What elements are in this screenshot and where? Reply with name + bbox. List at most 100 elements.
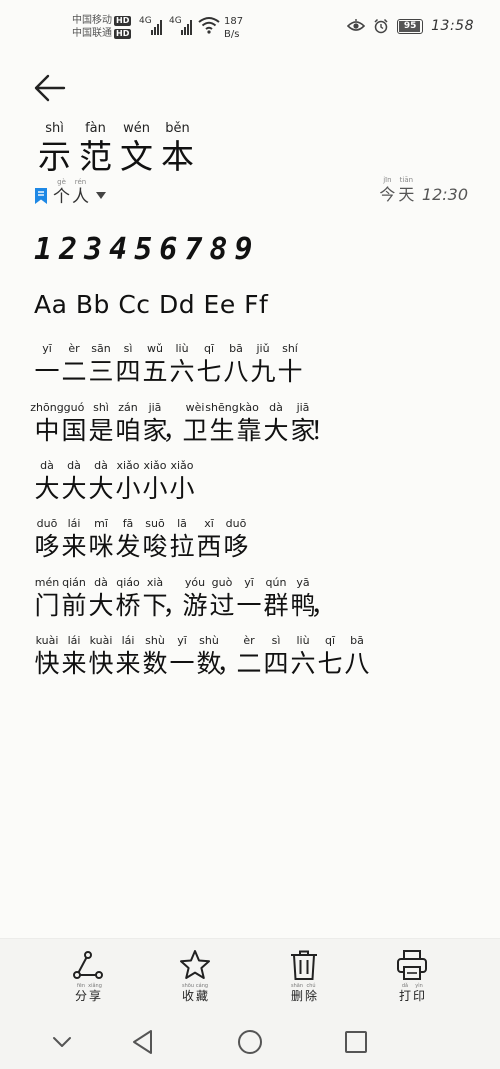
ruby-char: qún 群 <box>263 575 289 622</box>
back-arrow-icon[interactable] <box>30 70 70 106</box>
ruby-char: kuài 快 <box>88 633 114 680</box>
hanzi: 哆 <box>223 532 249 561</box>
ruby-char: zán 咱 <box>115 400 141 447</box>
nav-recents-icon[interactable] <box>340 1026 372 1058</box>
category-selector[interactable]: gè 个 rén 人 <box>34 178 106 207</box>
pinyin: liù <box>175 342 189 355</box>
ruby-char: kuài 快 <box>34 633 60 680</box>
hanzi: 咪 <box>88 532 114 561</box>
ruby-char: sì 四 <box>263 633 289 680</box>
ruby-char: xiǎng 享 <box>88 983 102 1003</box>
ruby-char: bā 八 <box>344 633 370 680</box>
ruby-char: zhōng 中 <box>30 400 63 447</box>
hanzi: 八 <box>223 357 249 386</box>
ruby-char: èr 二 <box>61 341 87 388</box>
hanzi: 大 <box>61 474 87 503</box>
star-icon <box>180 950 210 979</box>
punctuation: ， <box>217 633 242 680</box>
pinyin: rén <box>74 178 87 186</box>
pinyin: duō <box>36 517 58 530</box>
hanzi: 一 <box>169 649 195 678</box>
share-icon <box>73 951 103 979</box>
favorite-button[interactable]: shōu 收 cáng 藏 <box>165 949 225 1003</box>
share-button[interactable]: fēn 分 xiǎng 享 <box>58 949 118 1003</box>
pinyin: liù <box>296 634 310 647</box>
ruby-char: duō 哆 <box>223 516 249 563</box>
ruby-char: shì 是 <box>88 400 114 447</box>
hanzi: 国 <box>61 416 87 445</box>
pinyin: fā <box>122 517 134 530</box>
pinyin: jiā <box>296 401 310 414</box>
nav-home-icon[interactable] <box>234 1026 266 1058</box>
pinyin: èr <box>68 342 80 355</box>
ruby-char: guó 国 <box>61 400 87 447</box>
ruby-char: dà 大 <box>88 458 114 505</box>
hanzi: 生 <box>209 416 235 445</box>
ruby-char: sān 三 <box>88 341 114 388</box>
chevron-down-icon[interactable] <box>46 1026 78 1058</box>
pinyin: yā <box>296 576 310 589</box>
pinyin: xiǎo <box>170 459 194 472</box>
trash-icon <box>291 950 317 980</box>
ruby-char: fā 发 <box>115 516 141 563</box>
signal-icon <box>151 17 162 35</box>
ruby-char: sì 四 <box>115 341 141 388</box>
text-line: zhōng 中 guó 国 shì 是 zán 咱 jiā 家 ， wèi 卫 shēng 生 kào 靠 dà… <box>30 400 336 447</box>
pinyin <box>321 400 325 415</box>
hanzi: 是 <box>88 416 114 445</box>
hanzi: 天 <box>398 185 415 204</box>
hanzi: 拉 <box>169 532 195 561</box>
carrier-name: 中国联通 <box>72 28 112 39</box>
carrier-info: 中国移动 HD 中国联通 HD <box>72 14 132 40</box>
battery-percent: 95 <box>403 20 417 31</box>
hanzi: 群 <box>263 591 289 620</box>
nav-back-icon[interactable] <box>127 1026 159 1058</box>
pinyin: fàn <box>85 121 106 136</box>
date-info: jīn 今 tiān 天 12:30 <box>378 176 468 205</box>
hanzi: 三 <box>88 357 114 386</box>
hanzi: 文 <box>120 137 153 176</box>
bookmark-icon <box>35 188 47 204</box>
pinyin: duō <box>225 517 247 530</box>
ruby-char: yìn 印 <box>412 983 426 1003</box>
pinyin: shù <box>145 634 165 647</box>
hanzi: 打 <box>398 989 411 1003</box>
text-line: yī 一 èr 二 sān 三 sì 四 wǔ 五 liù 六 qī 七 bā 八 jiǔ 九 shí 十 <box>34 341 304 388</box>
hanzi: 示 <box>38 137 71 176</box>
share-label: fēn 分 xiǎng 享 <box>74 983 102 1003</box>
ruby-char: gè 个 <box>52 178 71 207</box>
pinyin: wén <box>123 121 150 136</box>
delete-button[interactable]: shān 删 chú 除 <box>274 949 334 1003</box>
ruby-char: suō 唆 <box>142 516 168 563</box>
punctuation: ！ <box>311 400 336 447</box>
note-time: 12:30 <box>421 185 468 204</box>
pinyin: dà <box>94 459 108 472</box>
pinyin: dà <box>269 401 283 414</box>
pinyin: qún <box>265 576 287 589</box>
pinyin: kào <box>239 401 259 414</box>
hanzi: 小 <box>169 474 195 503</box>
hanzi: 卫 <box>182 416 208 445</box>
pinyin: lái <box>67 517 81 530</box>
pinyin: zhōng <box>30 401 64 414</box>
hanzi: 七 <box>317 649 343 678</box>
pinyin: sān <box>91 342 111 355</box>
hanzi: 小 <box>115 474 141 503</box>
speed-unit: B/s <box>224 29 240 40</box>
pinyin: bā <box>229 342 243 355</box>
hanzi: 今 <box>379 185 396 204</box>
status-bar: 中国移动 HD 中国联通 HD 4G 4G 187 B/s 95 13:58 <box>0 0 500 56</box>
hanzi: 八 <box>344 649 370 678</box>
hanzi: 前 <box>61 591 87 620</box>
hanzi: 除 <box>304 989 317 1003</box>
ruby-char: shí 十 <box>277 341 303 388</box>
pinyin: sì <box>123 342 133 355</box>
ruby-char: guò 过 <box>209 575 235 622</box>
print-button[interactable]: dǎ 打 yìn 印 <box>382 949 442 1003</box>
pinyin: qiáo <box>116 576 140 589</box>
hanzi: 来 <box>61 649 87 678</box>
ruby-char: qī 七 <box>317 633 343 680</box>
ruby-char: bā 八 <box>223 341 249 388</box>
pinyin: yī <box>42 342 52 355</box>
hanzi: 六 <box>290 649 316 678</box>
